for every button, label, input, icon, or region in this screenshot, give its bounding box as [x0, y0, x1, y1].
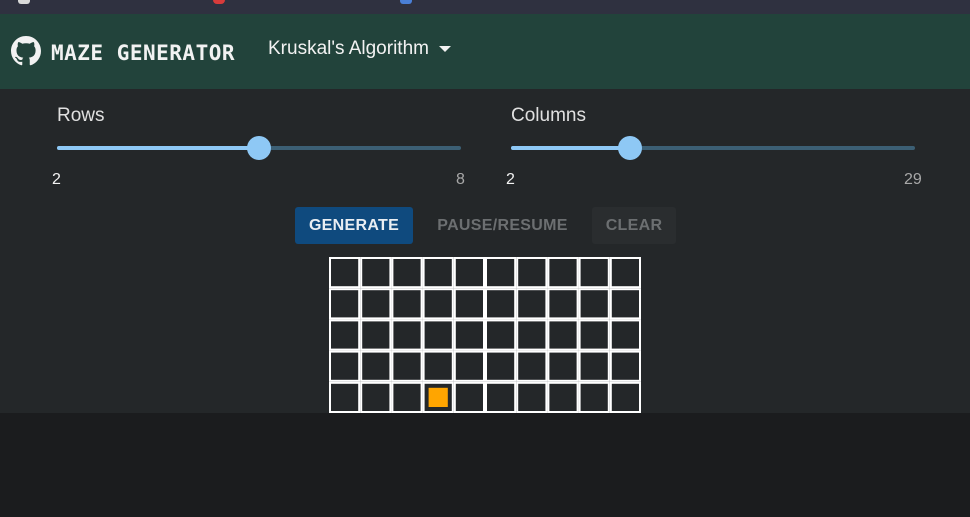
maze-cell	[485, 381, 517, 413]
maze-cell	[547, 350, 579, 382]
maze-cell	[485, 288, 517, 320]
maze-cell	[516, 319, 548, 351]
algorithm-label: Kruskal's Algorithm	[268, 38, 429, 59]
maze-cell	[516, 350, 548, 382]
maze-cell	[422, 257, 454, 289]
maze-cell	[422, 319, 454, 351]
rows-slider[interactable]	[57, 136, 461, 160]
maze-cell	[391, 319, 423, 351]
maze-cell	[578, 288, 610, 320]
maze-cell	[485, 350, 517, 382]
maze-cell	[516, 257, 548, 289]
maze-cell	[453, 350, 486, 382]
maze-cell	[485, 319, 517, 351]
maze-cell	[547, 288, 579, 320]
maze-cell	[422, 288, 454, 320]
maze-cell	[547, 319, 579, 351]
lower-area	[0, 413, 970, 517]
rows-min-value: 2	[52, 171, 61, 188]
page-icon[interactable]	[18, 0, 30, 4]
generate-button[interactable]: GENERATE	[295, 207, 413, 244]
control-panel: Rows 2 8 Columns 2 29 GENERATE PAUSE/RES…	[0, 89, 970, 413]
maze-cell	[453, 288, 486, 320]
maze-cell	[516, 288, 548, 320]
record-icon[interactable]	[213, 0, 225, 4]
maze-cell	[609, 381, 641, 413]
maze-cell	[609, 319, 641, 351]
maze-cell	[578, 350, 610, 382]
maze-cell	[578, 257, 610, 289]
maze-cell	[516, 381, 548, 413]
maze-cell	[547, 257, 579, 289]
columns-slider-label: Columns	[511, 105, 586, 126]
maze-cell	[360, 257, 392, 289]
app-title: MAZE GENERATOR	[51, 41, 236, 65]
github-icon[interactable]	[11, 36, 41, 66]
maze-cell	[360, 288, 392, 320]
maze-cell	[453, 381, 486, 413]
columns-slider-thumb[interactable]	[618, 136, 642, 160]
maze-cell	[609, 350, 641, 382]
maze-cell	[547, 381, 579, 413]
maze-cell	[329, 257, 361, 289]
rows-slider-label: Rows	[57, 105, 105, 126]
maze-cell	[360, 350, 392, 382]
rows-slider-thumb[interactable]	[247, 136, 271, 160]
maze-cell	[453, 257, 486, 289]
maze-cell	[578, 381, 610, 413]
maze-cell	[609, 257, 641, 289]
rows-slider-fill	[57, 146, 259, 150]
maze-cell	[360, 319, 392, 351]
maze-cell	[391, 381, 423, 413]
maze-cell	[329, 381, 361, 413]
algorithm-dropdown[interactable]: Kruskal's Algorithm	[268, 38, 451, 60]
maze-cell	[360, 381, 392, 413]
app-bar: MAZE GENERATOR Kruskal's Algorithm	[0, 14, 970, 89]
maze-cell	[329, 350, 361, 382]
maze-cell	[609, 288, 641, 320]
maze-cell	[391, 350, 423, 382]
maze-grid	[329, 257, 641, 413]
chevron-down-icon	[438, 45, 451, 52]
maze-cell	[391, 288, 423, 320]
doc-icon[interactable]	[400, 0, 412, 4]
maze-cell	[329, 288, 361, 320]
maze-cell	[485, 257, 517, 289]
columns-slider[interactable]	[511, 136, 915, 160]
maze-cell	[329, 319, 361, 351]
maze-cell	[453, 319, 486, 351]
columns-min-value: 2	[506, 171, 515, 188]
maze-cell	[578, 319, 610, 351]
maze-cell	[422, 350, 454, 382]
columns-max-value: 29	[904, 171, 922, 188]
current-cell-marker	[428, 387, 448, 407]
browser-tab-strip	[0, 0, 970, 14]
rows-max-value: 8	[456, 171, 465, 188]
maze-cell	[391, 257, 423, 289]
columns-slider-fill	[511, 146, 630, 150]
clear-button[interactable]: CLEAR	[592, 207, 676, 244]
pause-resume-button[interactable]: PAUSE/RESUME	[423, 207, 582, 244]
